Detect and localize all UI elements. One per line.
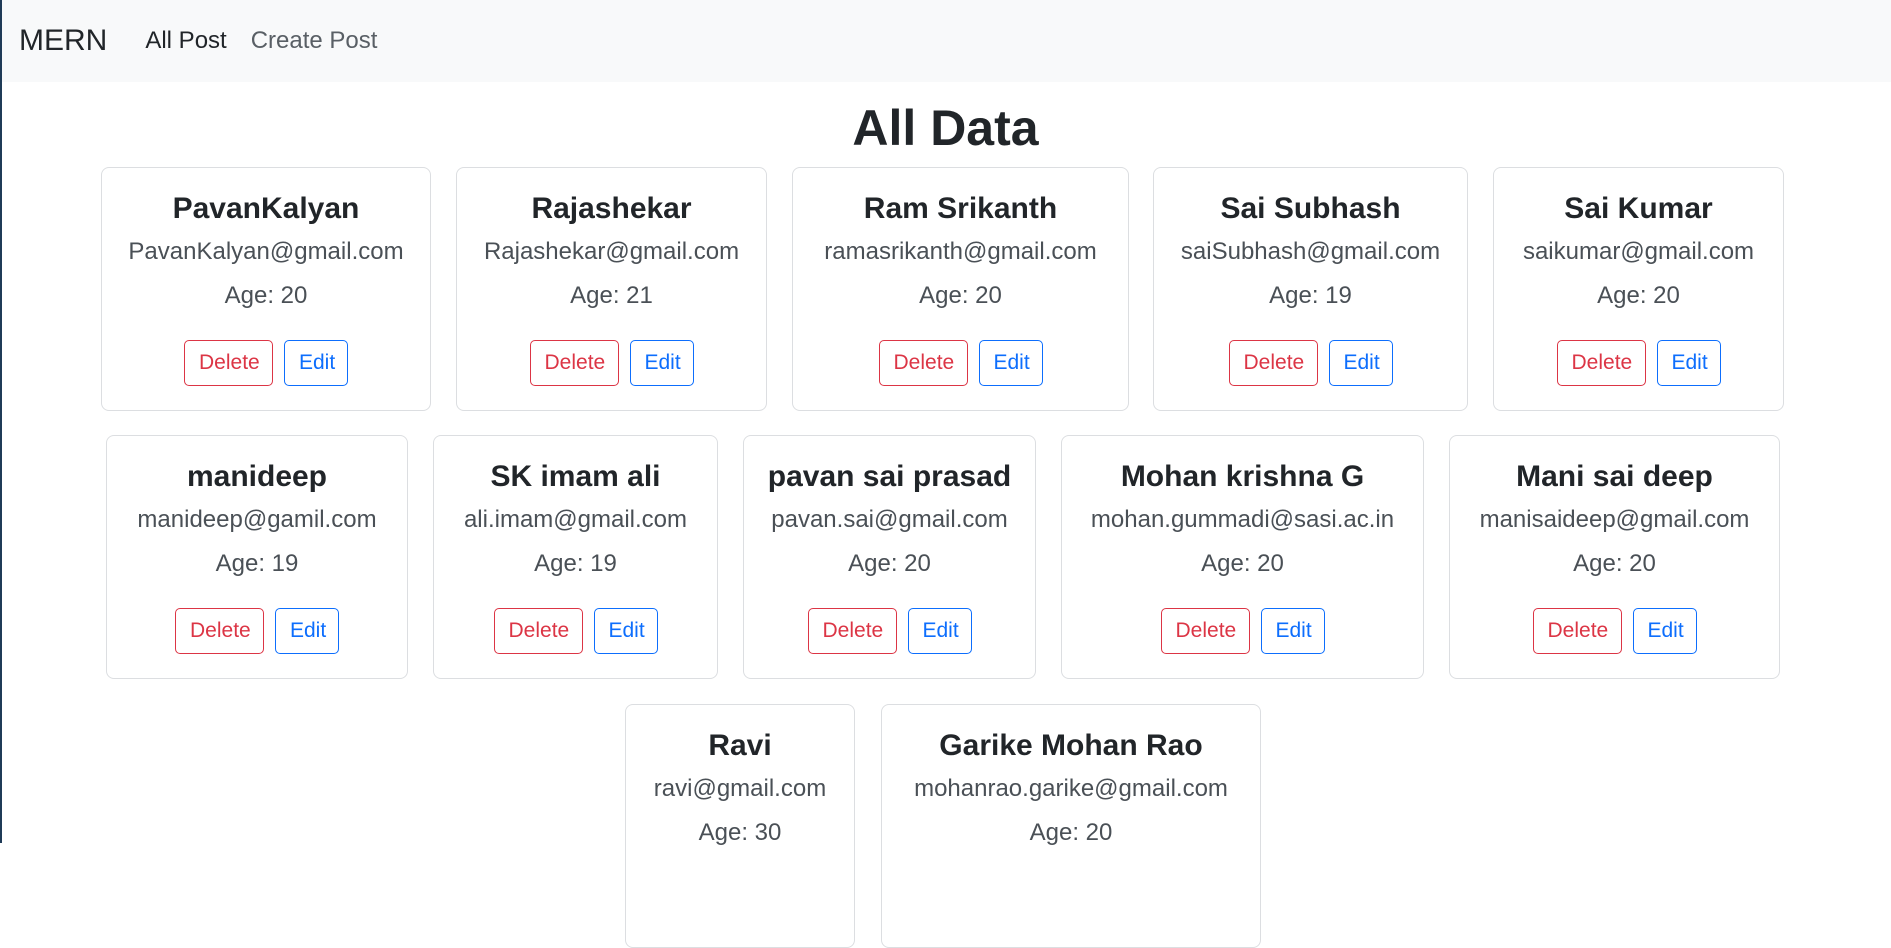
card-age: Age: 21: [570, 282, 653, 309]
card-email: Rajashekar@gmail.com: [483, 238, 740, 265]
card-email: manisaideep@gmail.com: [1479, 506, 1750, 533]
card-name: Mohan krishna G: [1120, 460, 1365, 493]
card-age: Age: 20: [1201, 550, 1284, 577]
card-email: PavanKalyan@gmail.com: [128, 238, 404, 265]
card-name: Rajashekar: [531, 192, 692, 225]
edit-button[interactable]: Edit: [1260, 608, 1325, 654]
nav-link-create-post[interactable]: Create Post: [251, 27, 378, 55]
delete-button[interactable]: Delete: [529, 340, 619, 386]
card-age: Age: 20: [1573, 550, 1656, 577]
card-email: saikumar@gmail.com: [1522, 238, 1755, 265]
edit-button[interactable]: Edit: [1632, 608, 1697, 654]
user-card: Mohan krishna G mohan.gummadi@sasi.ac.in…: [1061, 435, 1424, 679]
card-actions: Delete Edit: [1450, 608, 1779, 654]
card-actions: Delete Edit: [1154, 340, 1467, 386]
card-name: PavanKalyan: [172, 192, 360, 225]
card-email: saiSubhash@gmail.com: [1180, 238, 1441, 265]
card-email: pavan.sai@gmail.com: [771, 506, 1008, 533]
page-title: All Data: [852, 100, 1039, 156]
delete-button[interactable]: Delete: [878, 340, 968, 386]
edit-button[interactable]: Edit: [284, 340, 348, 386]
card-name: Sai Subhash: [1220, 192, 1401, 225]
card-actions: Delete Edit: [1062, 608, 1423, 654]
delete-button[interactable]: Delete: [1556, 340, 1646, 386]
card-name: Mani sai deep: [1516, 460, 1713, 493]
user-card: Rajashekar Rajashekar@gmail.com Age: 21 …: [456, 167, 767, 411]
card-name: Sai Kumar: [1564, 192, 1713, 225]
card-age: Age: 19: [215, 550, 299, 577]
delete-button[interactable]: Delete: [175, 608, 264, 654]
card-actions: Delete Edit: [457, 340, 766, 386]
card-name: Ram Srikanth: [863, 192, 1058, 225]
card-name: manideep: [186, 460, 328, 493]
user-card: Garike Mohan Rao mohanrao.garike@gmail.c…: [881, 704, 1261, 948]
card-email: ravi@gmail.com: [653, 775, 827, 802]
card-name: SK imam ali: [490, 460, 661, 493]
user-card: Sai Kumar saikumar@gmail.com Age: 20 Del…: [1493, 167, 1784, 411]
delete-button[interactable]: Delete: [493, 608, 583, 654]
delete-button[interactable]: Delete: [184, 340, 273, 386]
card-actions: Delete Edit: [793, 340, 1128, 386]
card-email: ramasrikanth@gmail.com: [824, 238, 1097, 265]
user-card: PavanKalyan PavanKalyan@gmail.com Age: 2…: [101, 167, 431, 411]
card-name: Garike Mohan Rao: [939, 729, 1203, 762]
card-name: pavan sai prasad: [767, 460, 1012, 493]
edit-button[interactable]: Edit: [275, 608, 339, 654]
edit-button[interactable]: Edit: [629, 340, 694, 386]
card-age: Age: 20: [848, 550, 931, 577]
card-actions: Delete Edit: [102, 340, 430, 386]
delete-button[interactable]: Delete: [1228, 340, 1318, 386]
user-card: pavan sai prasad pavan.sai@gmail.com Age…: [743, 435, 1036, 679]
card-email: ali.imam@gmail.com: [463, 506, 688, 533]
navbar: MERN All Post Create Post: [2, 0, 1891, 82]
delete-button[interactable]: Delete: [807, 608, 897, 654]
card-email: mohan.gummadi@sasi.ac.in: [1090, 506, 1395, 533]
edit-button[interactable]: Edit: [1328, 340, 1393, 386]
nav-link-all-post[interactable]: All Post: [145, 27, 226, 55]
card-actions: Delete Edit: [1494, 340, 1783, 386]
user-card: manideep manideep@gamil.com Age: 19 Dele…: [106, 435, 408, 679]
card-email: mohanrao.garike@gmail.com: [914, 775, 1228, 802]
card-age: Age: 19: [1269, 282, 1352, 309]
user-card: Sai Subhash saiSubhash@gmail.com Age: 19…: [1153, 167, 1468, 411]
card-name: Ravi: [708, 729, 772, 762]
brand-logo[interactable]: MERN: [19, 24, 107, 58]
user-card: Ravi ravi@gmail.com Age: 30: [625, 704, 855, 948]
card-actions: Delete Edit: [744, 608, 1035, 654]
card-age: Age: 20: [224, 282, 308, 309]
user-card: Mani sai deep manisaideep@gmail.com Age:…: [1449, 435, 1780, 679]
card-age: Age: 19: [534, 550, 617, 577]
card-age: Age: 20: [919, 282, 1002, 309]
edit-button[interactable]: Edit: [907, 608, 972, 654]
delete-button[interactable]: Delete: [1532, 608, 1622, 654]
card-actions: Delete Edit: [434, 608, 717, 654]
edit-button[interactable]: Edit: [978, 340, 1043, 386]
card-actions: Delete Edit: [107, 608, 407, 654]
edit-button[interactable]: Edit: [593, 608, 658, 654]
card-email: manideep@gamil.com: [137, 506, 377, 533]
edit-button[interactable]: Edit: [1656, 340, 1721, 386]
user-card: Ram Srikanth ramasrikanth@gmail.com Age:…: [792, 167, 1129, 411]
card-age: Age: 20: [1597, 282, 1680, 309]
user-card: SK imam ali ali.imam@gmail.com Age: 19 D…: [433, 435, 718, 679]
delete-button[interactable]: Delete: [1160, 608, 1250, 654]
